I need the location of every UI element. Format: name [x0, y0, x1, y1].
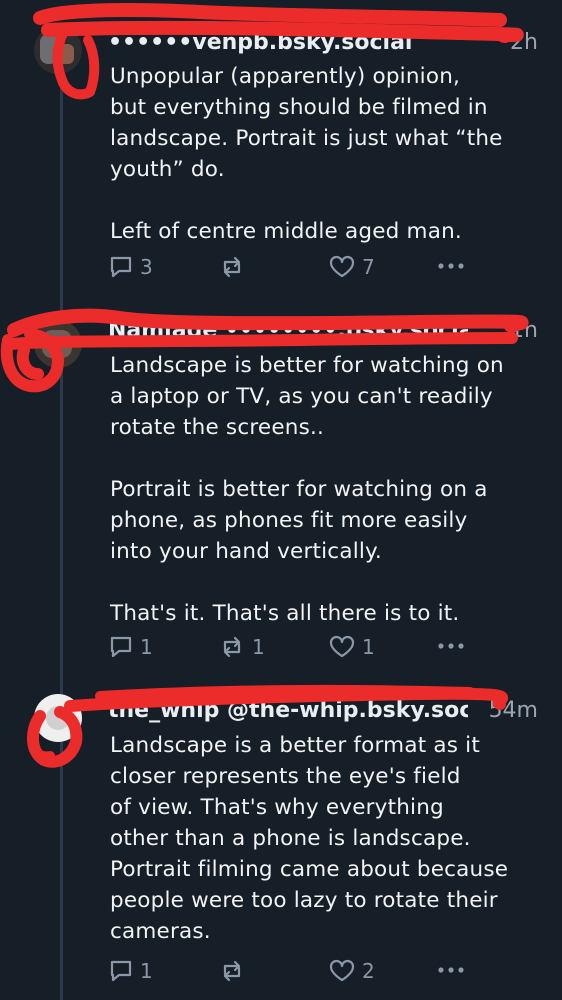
- more-button[interactable]: [436, 640, 466, 652]
- post-1[interactable]: ••••••venpb.bsky.social 2h Unpopular (ap…: [0, 0, 562, 300]
- avatar[interactable]: [34, 320, 82, 368]
- reply-icon: [110, 960, 132, 982]
- author-handle[interactable]: ••••••venpb.bsky.social: [108, 30, 468, 55]
- avatar[interactable]: [34, 26, 82, 74]
- heart-icon: [329, 255, 355, 278]
- author-handle[interactable]: the_whip @the-whip.bsky.social: [108, 698, 468, 723]
- repost-count: 1: [252, 635, 265, 659]
- reply-icon: [110, 256, 132, 278]
- post-header: ••••••venpb.bsky.social 2h: [96, 28, 546, 62]
- more-button[interactable]: [436, 260, 466, 272]
- like-button[interactable]: 7: [328, 254, 375, 280]
- repost-icon: [223, 960, 241, 982]
- author-handle[interactable]: Namiade ••••••••.bsky.social: [108, 318, 468, 343]
- like-count: 7: [362, 255, 375, 279]
- reply-count: 3: [140, 255, 153, 279]
- post-text: Landscape is better for watching on a la…: [110, 353, 504, 626]
- reply-button[interactable]: 1: [108, 634, 153, 660]
- repost-icon: [223, 256, 241, 278]
- more-icon: [438, 967, 464, 973]
- repost-button[interactable]: 1: [218, 634, 265, 660]
- repost-button[interactable]: [218, 958, 252, 984]
- post-actions: 3 7: [108, 254, 548, 284]
- reply-count: 1: [140, 635, 153, 659]
- post-3[interactable]: the_whip @the-whip.bsky.social 54m Lands…: [0, 670, 562, 1000]
- like-button[interactable]: 2: [328, 958, 375, 984]
- more-button[interactable]: [436, 964, 466, 976]
- post-header: the_whip @the-whip.bsky.social 54m: [96, 696, 546, 730]
- post-time[interactable]: 1h: [510, 318, 538, 343]
- post-text: Landscape is a better format as it close…: [110, 733, 509, 944]
- post-time[interactable]: 54m: [489, 698, 538, 723]
- like-button[interactable]: 1: [328, 634, 375, 660]
- reply-icon: [110, 636, 132, 658]
- avatar-wrap[interactable]: [20, 694, 96, 764]
- more-icon: [438, 263, 464, 269]
- post-time[interactable]: 2h: [510, 30, 538, 55]
- post-actions: 1 2: [108, 958, 548, 988]
- more-icon: [438, 643, 464, 649]
- reply-count: 1: [140, 959, 153, 983]
- like-count: 2: [362, 959, 375, 983]
- post-text: Unpopular (apparently) opinion, but ever…: [110, 64, 503, 244]
- post-2[interactable]: Namiade ••••••••.bsky.social 1h Landscap…: [0, 300, 562, 670]
- post-actions: 1 1 1: [108, 634, 548, 664]
- repost-icon: [223, 636, 241, 658]
- avatar[interactable]: [34, 694, 82, 742]
- post-header: Namiade ••••••••.bsky.social 1h: [96, 316, 546, 350]
- reply-button[interactable]: 1: [108, 958, 153, 984]
- heart-icon: [329, 959, 355, 982]
- like-count: 1: [362, 635, 375, 659]
- avatar-wrap[interactable]: [20, 320, 96, 390]
- repost-button[interactable]: [218, 254, 252, 280]
- avatar-wrap[interactable]: [20, 26, 96, 96]
- heart-icon: [329, 635, 355, 658]
- reply-button[interactable]: 3: [108, 254, 153, 280]
